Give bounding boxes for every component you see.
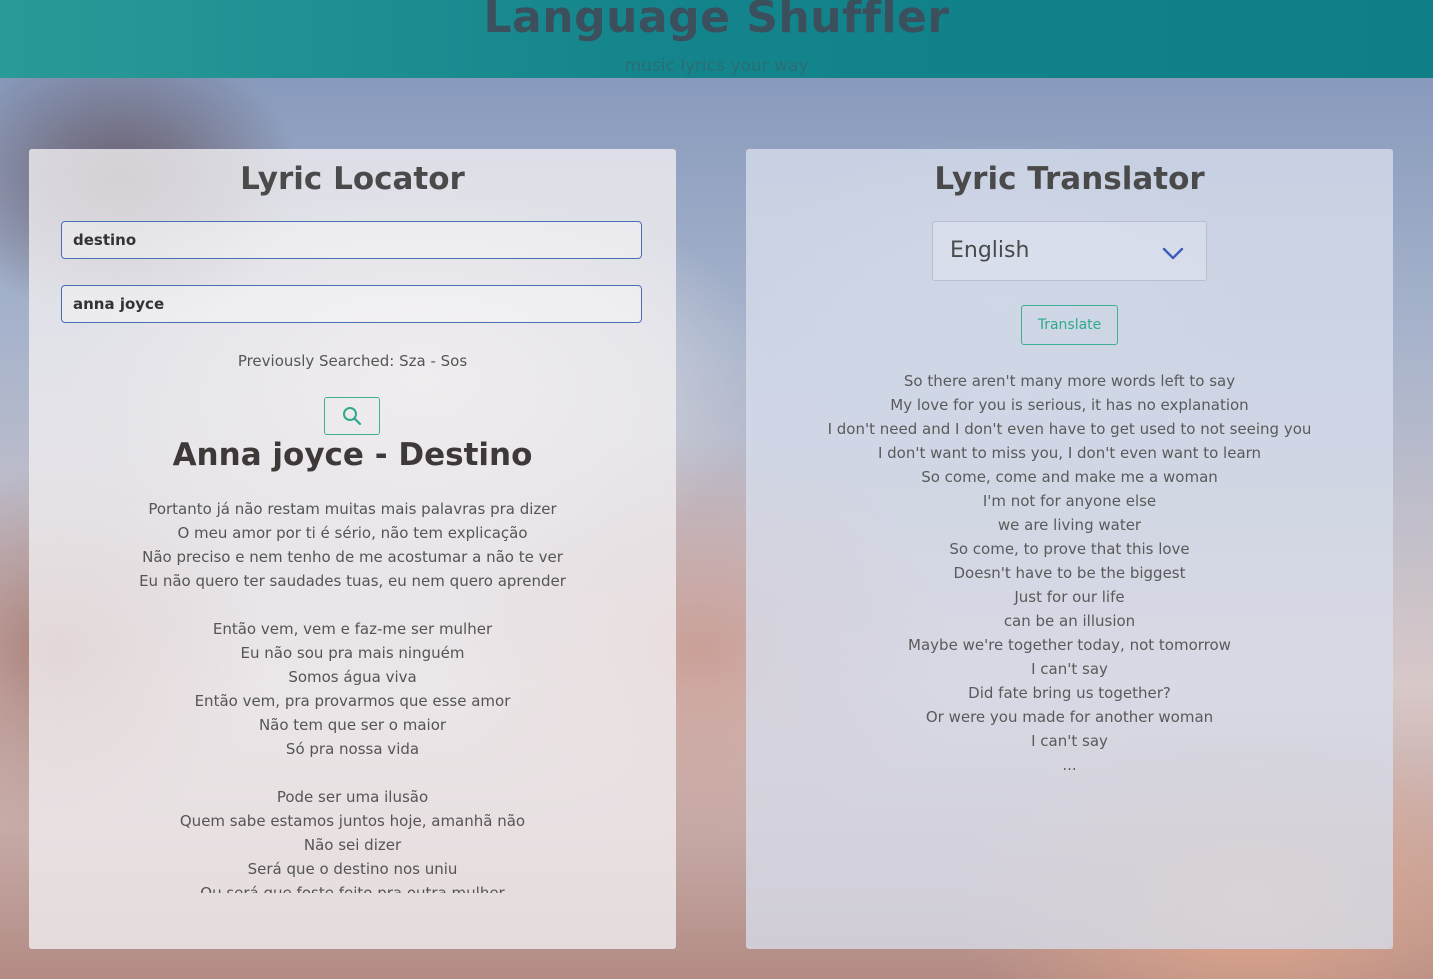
lyric-line: we are living water	[997, 516, 1142, 534]
lyric-line: So come, come and make me a woman	[921, 468, 1218, 486]
lyric-line	[29, 761, 676, 785]
lyric-line: Será que o destino nos uniu	[247, 860, 458, 878]
lyric-line: can be an illusion	[1003, 612, 1136, 630]
lyric-line: My love for you is serious, it has no ex…	[890, 396, 1249, 414]
search-button[interactable]	[324, 397, 380, 435]
lyric-line: Não sei dizer	[303, 836, 402, 854]
translate-button[interactable]: Translate	[1021, 305, 1118, 345]
language-select[interactable]: English	[932, 221, 1207, 281]
search-icon	[343, 407, 362, 426]
lyric-line: So there aren't many more words left to …	[903, 372, 1236, 390]
header: Language Shuffler music lyrics your way	[0, 0, 1433, 78]
lyric-line	[29, 593, 676, 617]
artist-input[interactable]	[61, 285, 642, 323]
original-lyrics: Portanto já não restam muitas mais palav…	[29, 497, 676, 893]
lyric-line: Somos água viva	[288, 668, 417, 686]
lyric-line: ...	[1062, 756, 1077, 774]
lyric-translator-heading: Lyric Translator	[934, 161, 1205, 197]
app-subtitle: music lyrics your way	[624, 56, 809, 76]
lyric-line: I'm not for anyone else	[982, 492, 1157, 510]
language-select-value: English	[950, 238, 1030, 263]
app-title: Language Shuffler	[483, 0, 950, 43]
lyric-line: Então vem, pra provarmos que esse amor	[194, 692, 511, 710]
lyric-line: Não preciso e nem tenho de me acostumar …	[142, 548, 563, 566]
song-input[interactable]	[61, 221, 642, 259]
lyric-line: Portanto já não restam muitas mais palav…	[148, 500, 557, 518]
lyric-line: O meu amor por ti é sério, não tem expli…	[177, 524, 528, 542]
lyric-line: Did fate bring us together?	[968, 684, 1171, 702]
lyric-line: Doesn't have to be the biggest	[953, 564, 1186, 582]
translated-lyrics: So there aren't many more words left to …	[746, 369, 1393, 777]
lyric-line: I don't want to miss you, I don't even w…	[877, 444, 1262, 462]
lyric-line: Pode ser uma ilusão	[276, 788, 429, 806]
lyric-line: Or were you made for another woman	[925, 708, 1214, 726]
lyric-translator-panel: Lyric Translator English Translate So th…	[746, 149, 1393, 949]
lyric-locator-heading: Lyric Locator	[240, 161, 465, 197]
lyric-line: I can't say	[1031, 732, 1108, 750]
song-title: Anna joyce - Destino	[172, 437, 533, 473]
lyric-line: Eu não quero ter saudades tuas, eu nem q…	[139, 572, 566, 590]
lyric-line: Ou será que foste feito pra outra mulher	[200, 884, 505, 893]
lyric-line: Quem sabe estamos juntos hoje, amanhã nã…	[179, 812, 526, 830]
lyric-line: I don't need and I don't even have to ge…	[827, 420, 1312, 438]
lyric-line: Just for our life	[1014, 588, 1125, 606]
lyric-line: Só pra nossa vida	[285, 740, 420, 758]
lyric-line: Então vem, vem e faz-me ser mulher	[212, 620, 493, 638]
lyric-line: Não tem que ser o maior	[258, 716, 447, 734]
lyric-locator-panel: Lyric Locator Previously Searched: Sza -…	[29, 149, 676, 949]
lyric-line: Maybe we're together today, not tomorrow	[908, 636, 1231, 654]
chevron-down-icon	[1162, 247, 1184, 260]
lyric-line: I can't say	[1031, 660, 1108, 678]
previously-searched[interactable]: Previously Searched: Sza - Sos	[29, 352, 676, 370]
lyric-line: Eu não sou pra mais ninguém	[240, 644, 465, 662]
lyric-line: So come, to prove that this love	[949, 540, 1190, 558]
